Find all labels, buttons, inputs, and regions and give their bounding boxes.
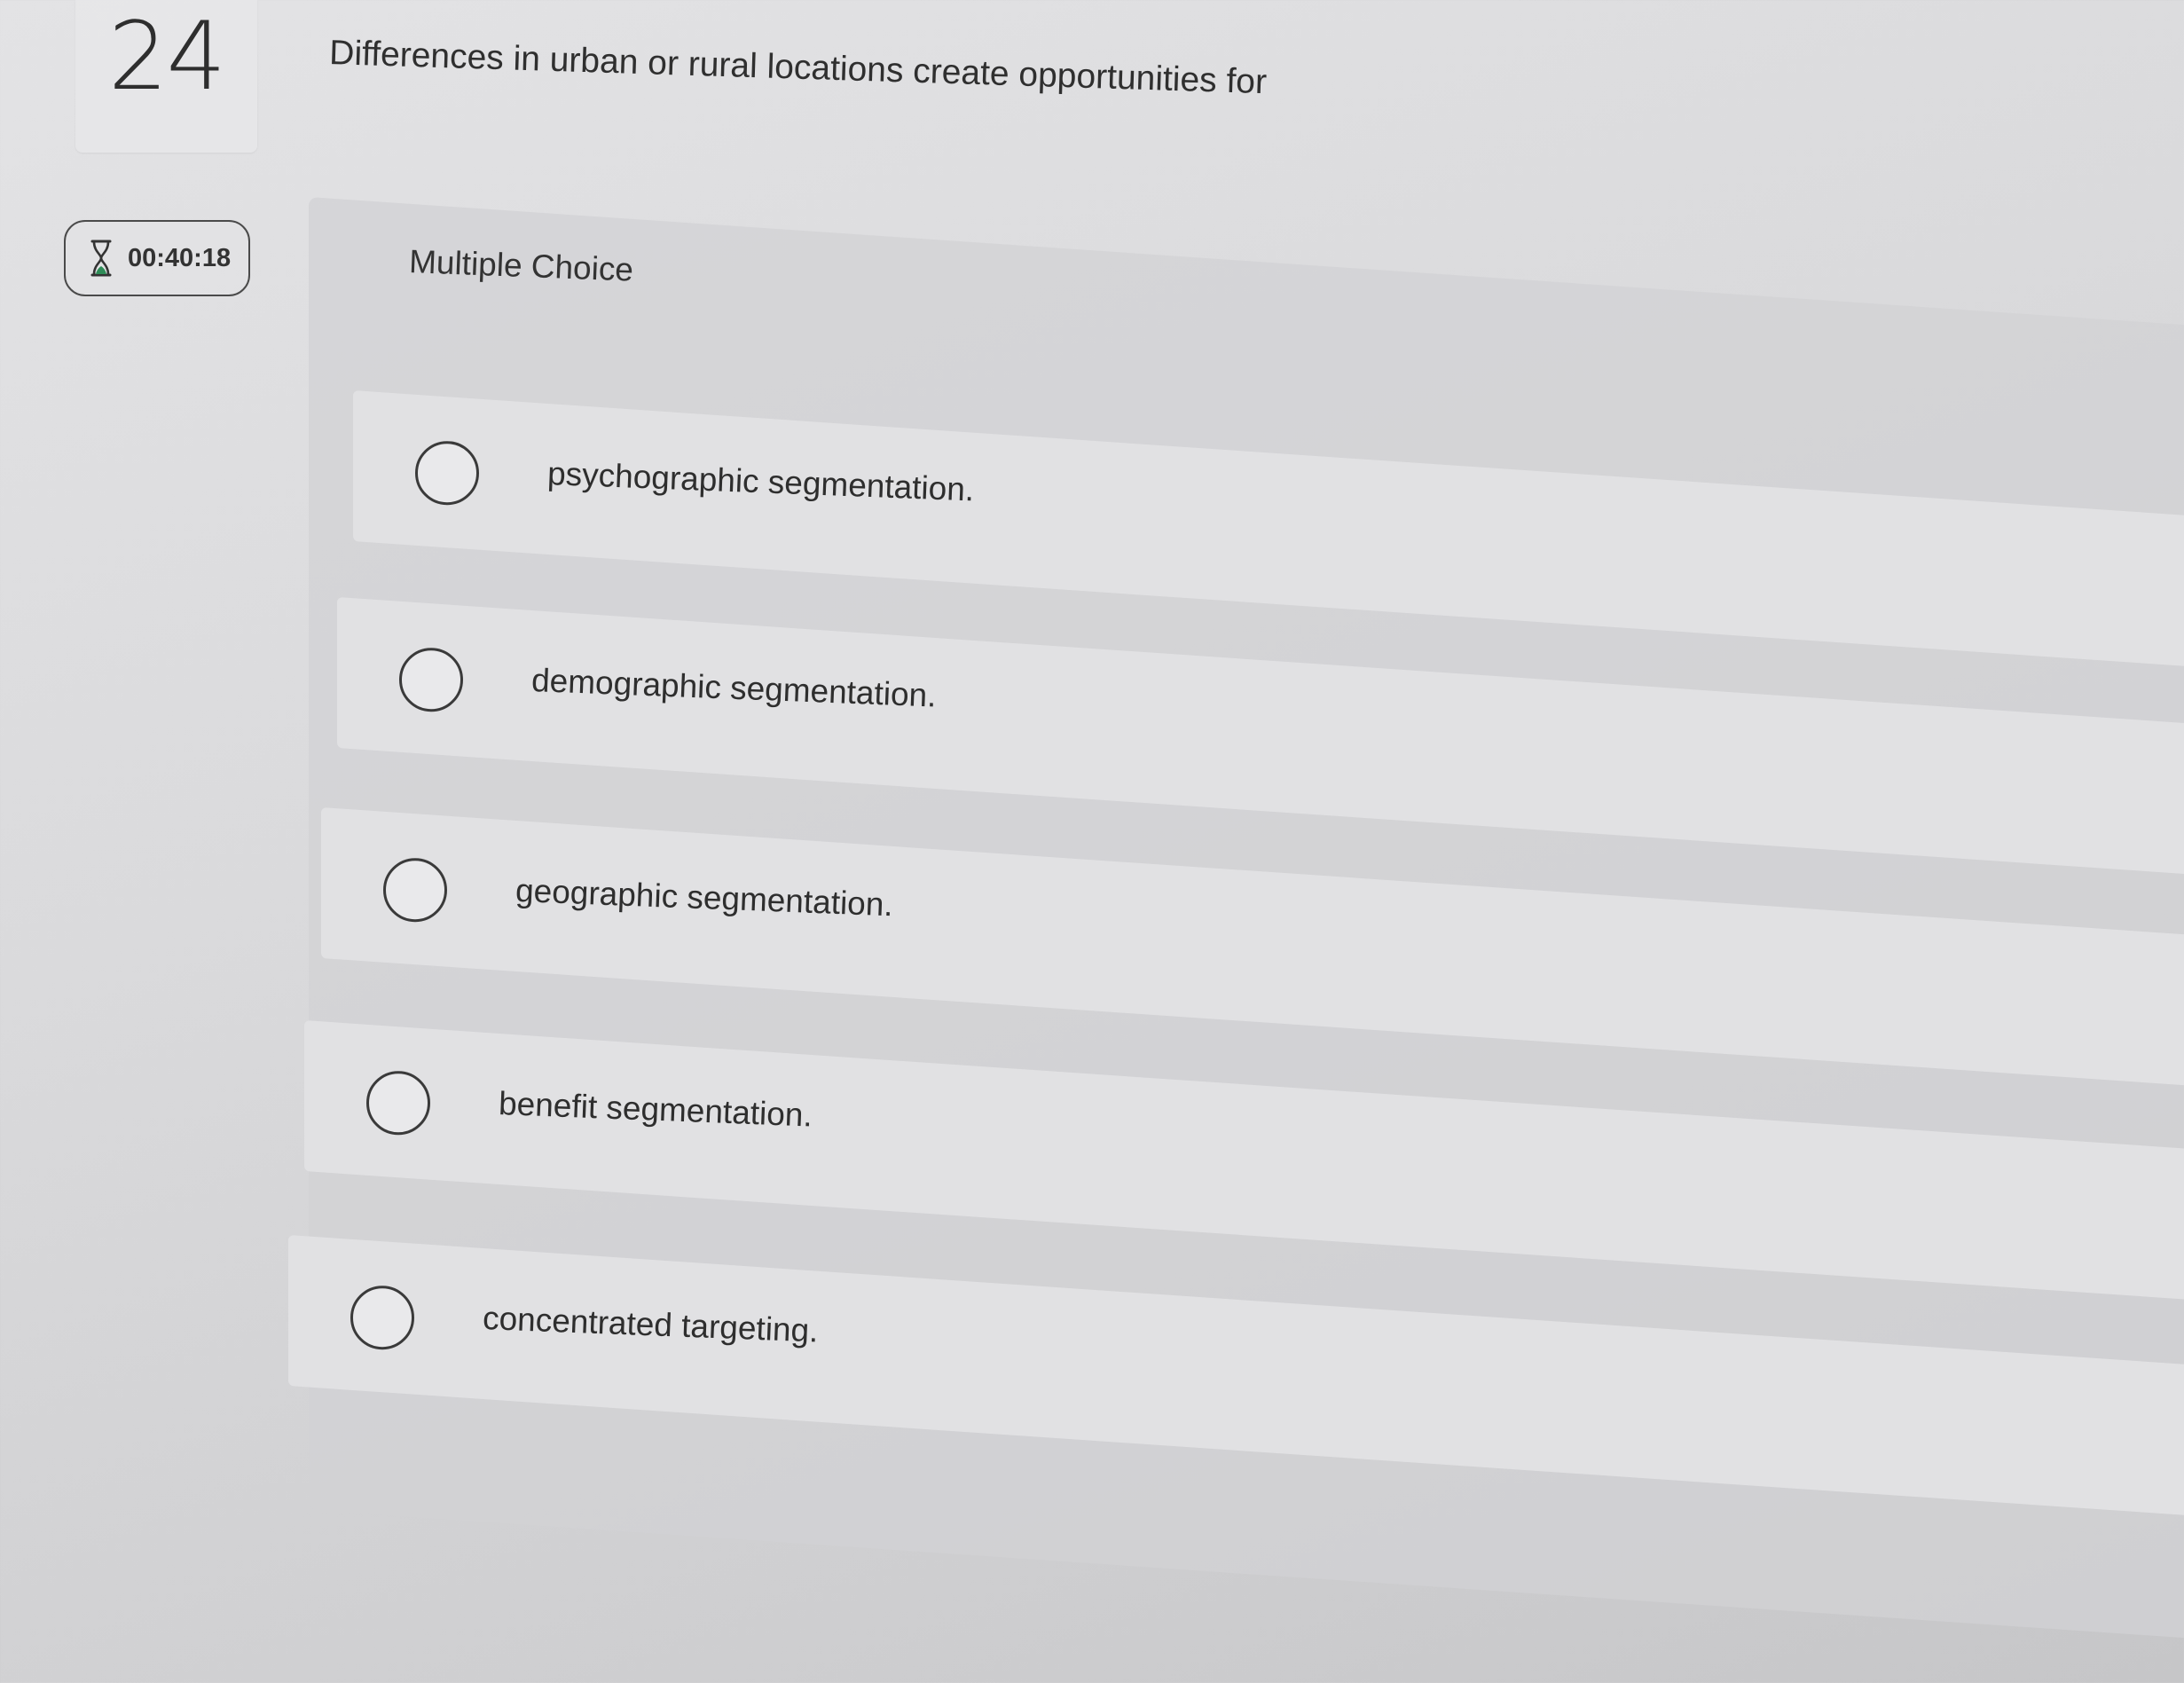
radio-button[interactable] (415, 441, 479, 506)
answer-option-label[interactable]: psychographic segmentation. (546, 455, 975, 508)
radio-button[interactable] (399, 648, 463, 712)
timer-value: 00:40:18 (128, 243, 232, 272)
answer-option-label[interactable]: demographic segmentation. (530, 662, 937, 714)
answer-option-label[interactable]: concentrated targeting. (482, 1300, 819, 1349)
timer[interactable]: 00:40:18 (64, 220, 250, 296)
question-number-box: 24 (75, 0, 257, 153)
answer-option-label[interactable]: geographic segmentation. (515, 872, 893, 924)
radio-button[interactable] (366, 1071, 430, 1136)
hourglass-icon (90, 240, 112, 277)
radio-button[interactable] (350, 1286, 414, 1350)
radio-button[interactable] (383, 858, 447, 923)
question-text: Differences in urban or rural locations … (328, 34, 1268, 102)
answer-option-label[interactable]: benefit segmentation. (498, 1085, 813, 1135)
question-number: 24 (108, 2, 226, 111)
